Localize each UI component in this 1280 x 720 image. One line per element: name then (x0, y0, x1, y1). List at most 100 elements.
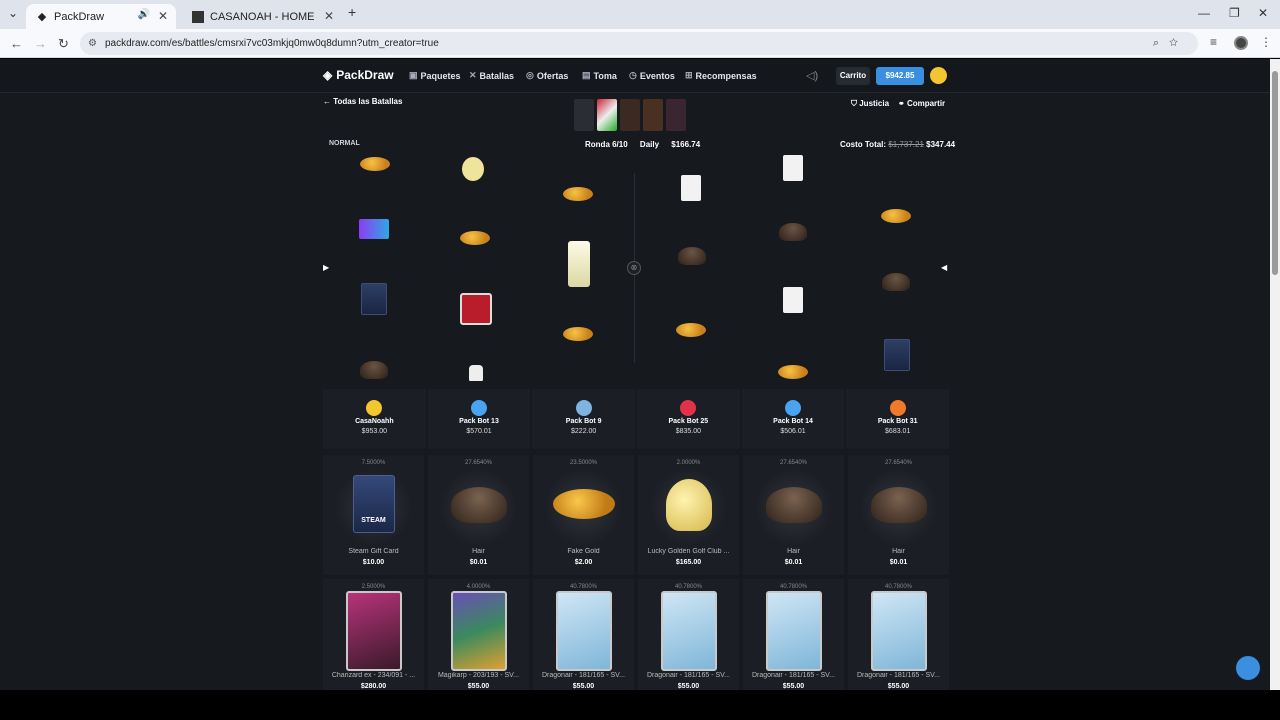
nav-batallas[interactable]: ✕ Batallas (469, 70, 514, 81)
offers-icon: ◎ (526, 70, 534, 80)
item-odds: 23.5000% (569, 460, 598, 466)
speaker-icon[interactable]: 🔊 (138, 9, 150, 20)
battle-pack-list (574, 99, 686, 131)
hair-icon (870, 487, 927, 523)
cost-old: $1,737.21 (888, 140, 924, 149)
tab-casanoah[interactable]: CASANOAH - HOME ✕ (182, 4, 342, 29)
back-icon[interactable]: ← (10, 36, 23, 51)
won-item-card[interactable]: 27.6540% Hair $0.01 (743, 455, 844, 575)
forward-icon[interactable]: → (34, 36, 47, 51)
battle-mode: NORMAL (329, 140, 360, 147)
cost-new: $347.44 (926, 140, 956, 149)
won-item-card[interactable]: 27.6540% Hair $0.01 (848, 455, 949, 575)
support-chat-button[interactable] (1236, 656, 1260, 680)
user-avatar[interactable] (930, 67, 947, 84)
player-name: Pack Bot 14 (773, 418, 813, 425)
packdraw-favicon-icon: ◆ (37, 11, 47, 23)
fake-gold-icon (563, 187, 593, 201)
item-price: $55.00 (467, 683, 490, 690)
player-value: $683.01 (885, 428, 911, 435)
current-pack-price: $166.74 (671, 140, 701, 149)
site-info-icon[interactable]: ⚙ (88, 32, 97, 55)
won-item-card[interactable]: 40.7800% Dragonair - 181/165 - SV... $55.0… (848, 579, 949, 690)
address-bar[interactable]: ⚙ packdraw.com/es/battles/cmsrxi7vc03mkj… (80, 32, 1198, 55)
pokemon-card-icon (660, 591, 717, 671)
pokemon-card-icon (555, 591, 612, 671)
player-name: Pack Bot 9 (565, 418, 602, 425)
player-card[interactable]: Pack Bot 13 $570.01 (427, 389, 531, 449)
pack-thumbnail[interactable] (597, 99, 617, 131)
player-card[interactable]: Pack Bot 31 $683.01 (846, 389, 950, 449)
back-label: Todas las Batallas (333, 97, 403, 106)
player-value: $506.01 (780, 428, 806, 435)
tab-title: CASANOAH - HOME (210, 10, 315, 23)
nav-toma[interactable]: ▤ Toma (582, 70, 617, 81)
close-tab-icon[interactable]: ✕ (158, 9, 168, 23)
won-item-card[interactable]: 40.7800% Dragonair - 181/165 - SV... $55.0… (533, 579, 634, 690)
page-scrollbar[interactable] (1270, 59, 1280, 690)
menu-icon[interactable]: ⋮ (1260, 35, 1272, 49)
pack-thumbnail[interactable] (620, 99, 640, 131)
hair-icon (882, 273, 910, 291)
taskbar (0, 690, 1280, 720)
item-odds: 40.7800% (884, 584, 913, 590)
minimize-icon[interactable]: — (1198, 6, 1210, 20)
player-card[interactable]: CasaNoahh $953.00 (323, 389, 426, 449)
zoom-icon[interactable]: ⌕☆ (1153, 32, 1188, 55)
won-item-card[interactable]: 27.6540% Hair $0.01 (428, 455, 529, 575)
reload-icon[interactable]: ↻ (58, 36, 69, 52)
current-pack-name: Daily (639, 140, 660, 149)
player-card[interactable]: Pack Bot 25 $835.00 (637, 389, 740, 449)
won-item-card[interactable]: 2.0000% Lucky Golden Golf Club ... $165.00 (638, 455, 739, 575)
item-odds: 40.7800% (779, 584, 808, 590)
fairness-button[interactable]: ⛉ Justicia (851, 99, 889, 109)
tab-packdraw[interactable]: ◆ PackDraw 🔊 ✕ (26, 4, 176, 29)
packdraw-logo[interactable]: ◈ PackDraw (323, 68, 394, 82)
close-window-icon[interactable]: ✕ (1258, 6, 1268, 20)
scrollbar-thumb[interactable] (1272, 71, 1278, 275)
player-card[interactable]: Pack Bot 9 $222.00 (532, 389, 636, 449)
logo-icon: ◈ (323, 68, 333, 82)
won-item-card[interactable]: 23.5000% Fake Gold $2.00 (533, 455, 634, 575)
player-name: CasaNoahh (355, 418, 394, 425)
nav-label: Eventos (639, 70, 675, 81)
fake-gold-icon (881, 209, 911, 223)
pokemon-card-icon (870, 591, 927, 671)
won-item-card[interactable]: 2.5000% Charizard ex - 234/091 - ... $280.… (323, 579, 424, 690)
fake-gold-icon (563, 327, 593, 341)
item-name: Magikarp - 203/193 - SV... (437, 672, 520, 679)
restore-icon[interactable]: ❐ (1229, 6, 1240, 20)
nav-eventos[interactable]: ◷ Eventos (629, 70, 675, 81)
won-item-card[interactable]: 40.7800% Dragonair - 181/165 - SV... $55.0… (638, 579, 739, 690)
hair-icon (360, 361, 388, 379)
tab-search-icon[interactable]: ⌄ (8, 6, 18, 20)
new-tab-button[interactable]: + (348, 4, 356, 20)
steam-card-icon (361, 283, 387, 315)
won-items-grid: 7.5000% STEAM Steam Gift Card $10.00 27.654… (323, 455, 949, 690)
item-price: $55.00 (677, 683, 700, 690)
nav-paquetes[interactable]: ▣ Paquetes (409, 70, 461, 81)
cart-button[interactable]: Carrito (836, 67, 870, 85)
won-item-card[interactable]: 7.5000% STEAM Steam Gift Card $10.00 (323, 455, 424, 575)
fake-gold-icon (778, 365, 808, 379)
won-item-card[interactable]: 4.0000% Magikarp - 203/193 - SV... $55.00 (428, 579, 529, 690)
pack-thumbnail[interactable] (666, 99, 686, 131)
link-icon: ⚭ (898, 99, 907, 108)
pack-thumbnail[interactable] (574, 99, 594, 131)
player-card[interactable]: Pack Bot 14 $506.01 (741, 389, 845, 449)
item-odds: 27.6540% (884, 460, 913, 466)
mute-icon[interactable]: ◁) (806, 69, 818, 82)
back-to-battles-link[interactable]: ← Todas las Batallas (323, 97, 402, 106)
nav-ofertas[interactable]: ◎ Ofertas (526, 70, 568, 81)
balance-button[interactable]: $942.85 (876, 67, 924, 85)
extensions-icon[interactable]: ≡ (1210, 35, 1217, 49)
item-odds: 2.0000% (676, 460, 701, 466)
nav-recompensas[interactable]: ⊞ Recompensas (685, 70, 757, 81)
close-tab-icon[interactable]: ✕ (324, 9, 334, 23)
share-button[interactable]: ⚭ Compartir (898, 99, 945, 108)
pack-thumbnail[interactable] (643, 99, 663, 131)
profile-avatar[interactable] (1234, 36, 1248, 50)
item-odds: 7.5000% (361, 460, 386, 466)
item-odds: 40.7800% (569, 584, 598, 590)
won-item-card[interactable]: 40.7800% Dragonair - 181/165 - SV... $55.0… (743, 579, 844, 690)
